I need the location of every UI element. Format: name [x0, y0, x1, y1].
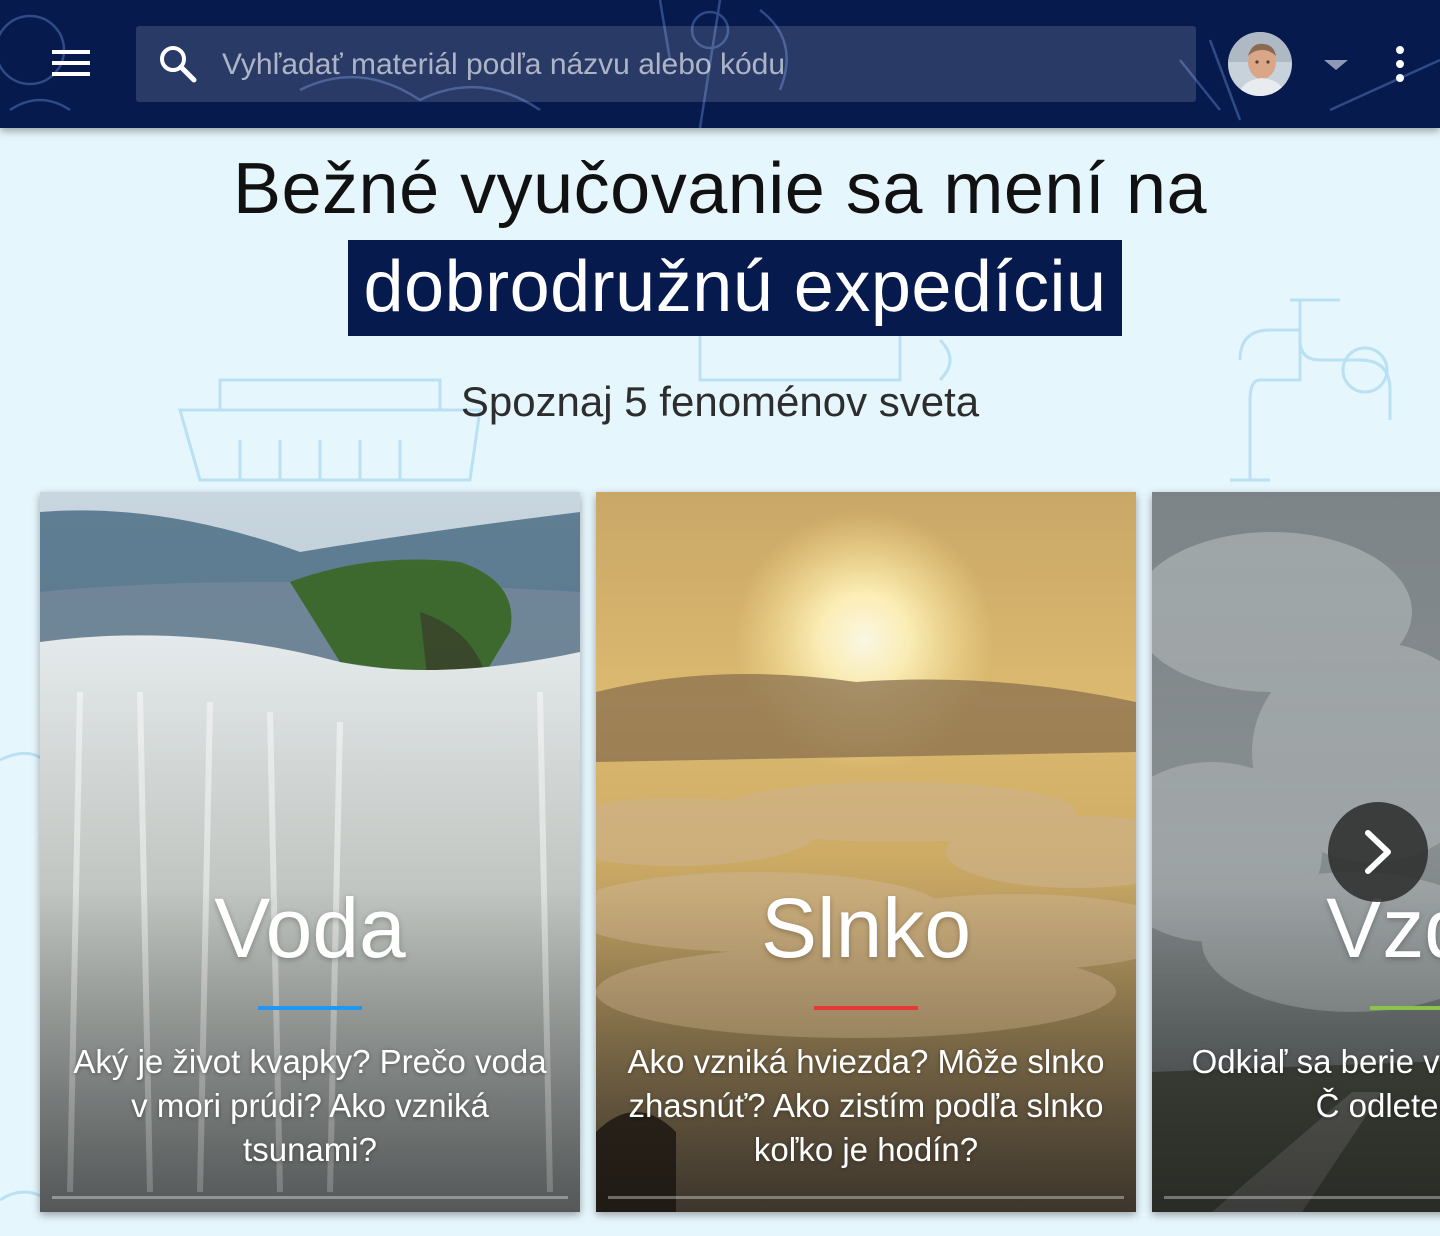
menu-button[interactable]: [44, 38, 100, 90]
hamburger-menu-icon: [52, 50, 90, 76]
card-description: Odkiaľ sa berie vi nám vzduch? Č odleten…: [1191, 1043, 1440, 1124]
phenomenon-card-voda[interactable]: Voda Aký je život kvapky? Prečo voda v m…: [40, 492, 580, 1212]
carousel-next-button[interactable]: [1328, 802, 1428, 902]
card-accent-bar: [1370, 1006, 1440, 1010]
card-description: Aký je život kvapky? Prečo voda v mori p…: [73, 1043, 547, 1168]
card-title: Slnko: [760, 881, 972, 975]
card-divider: [52, 1196, 568, 1199]
card-divider: [1164, 1196, 1440, 1199]
page: Bežné vyučovanie sa mení na dobrodružnú …: [0, 0, 1440, 1236]
card-description: Ako vzniká hviezda? Môže slnko zhasnúť? …: [627, 1043, 1105, 1168]
more-vert-icon[interactable]: [1384, 40, 1416, 88]
search-box[interactable]: [136, 26, 1196, 104]
card-accent-bar: [258, 1006, 362, 1010]
hero-title-line1: Bežné vyučovanie sa mení na: [232, 149, 1208, 229]
app-header: [0, 0, 1440, 128]
search-icon: [160, 46, 197, 83]
hero-subtitle: Spoznaj 5 fenoménov sveta: [460, 378, 980, 425]
card-title: Voda: [214, 881, 406, 975]
search-input[interactable]: [220, 26, 1174, 104]
card-accent-bar: [814, 1006, 918, 1010]
phenomenon-card-slnko[interactable]: Slnko Ako vzniká hviezda? Môže slnko zha…: [596, 492, 1136, 1212]
hero-title-highlight: dobrodružnú expedíciu: [348, 240, 1122, 336]
caret-down-icon[interactable]: [1322, 56, 1350, 74]
avatar-image: [1228, 32, 1292, 96]
chevron-right-icon: [1365, 830, 1391, 874]
card-divider: [608, 1196, 1124, 1199]
user-avatar[interactable]: [1228, 32, 1292, 96]
